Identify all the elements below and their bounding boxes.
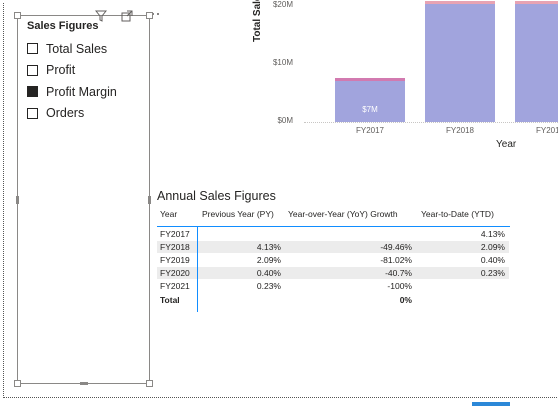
cell-ytd: 0.23% (480, 268, 505, 278)
table-row[interactable]: FY2020 0.40% -40.7% 0.23% (157, 267, 509, 279)
bar-segment[interactable] (335, 77, 405, 81)
y-tick-label: $20M (272, 0, 293, 9)
y-tick-label: $10M (272, 58, 293, 67)
cell-year: FY2019 (160, 255, 190, 265)
cell-py: 2.09% (256, 255, 281, 265)
checkbox[interactable] (27, 43, 38, 55)
bar-data-label: $7M (362, 105, 378, 114)
table-row[interactable]: FY2017 4.13% (157, 228, 509, 240)
resize-handle[interactable] (80, 382, 88, 385)
cell-year: FY2021 (160, 281, 190, 291)
focus-mode-icon[interactable] (119, 10, 135, 24)
slicer-item-label: Profit (46, 63, 76, 78)
checkbox-checked[interactable] (27, 86, 38, 98)
cell-ytd: 2.09% (480, 242, 505, 252)
column-header[interactable]: Year-to-Date (YTD) (421, 209, 494, 219)
y-tick-label: $0M (277, 116, 293, 125)
x-axis-label: Year (496, 139, 517, 150)
slicer-item-profit[interactable]: Profit (27, 60, 117, 82)
table-row[interactable]: FY2019 2.09% -81.02% 0.40% (157, 254, 509, 266)
checkbox[interactable] (27, 64, 38, 76)
column-header[interactable]: Year-over-Year (YoY) Growth (288, 209, 398, 219)
resize-handle[interactable] (16, 196, 19, 204)
cell-yoy: -100% (387, 281, 412, 291)
column-header[interactable]: Year (160, 209, 177, 219)
slicer-list: Total Sales Profit Profit Margin Orders (27, 38, 117, 124)
slicer-item-label: Orders (46, 106, 85, 121)
resize-handle[interactable] (146, 12, 153, 19)
cell-py: 0.40% (256, 268, 281, 278)
cell-total-label: Total (160, 295, 180, 305)
table-column-divider (197, 226, 198, 312)
slicer-item-label: Profit Margin (46, 84, 117, 99)
slicer-item-total-sales[interactable]: Total Sales (27, 38, 117, 60)
checkbox[interactable] (27, 107, 38, 119)
bar-fy2018[interactable] (425, 4, 495, 122)
bar-fy2019[interactable] (515, 4, 558, 122)
column-header[interactable]: Previous Year (PY) (202, 209, 274, 219)
bar-segment[interactable] (515, 1, 558, 4)
resize-handle[interactable] (14, 12, 21, 19)
active-page-tab[interactable] (472, 402, 510, 406)
cell-year: FY2020 (160, 268, 190, 278)
x-tick-label: FY2019 (535, 126, 558, 135)
cell-yoy: -40.7% (385, 268, 412, 278)
cell-total-yoy: 0% (399, 295, 412, 305)
bar-segment[interactable] (425, 1, 495, 4)
x-tick-label: FY2017 (355, 126, 385, 135)
resize-handle[interactable] (14, 380, 21, 387)
cell-py: 0.23% (256, 281, 281, 291)
cell-yoy: -49.46% (380, 242, 412, 252)
sales-figures-slicer[interactable]: Sales Figures Total Sales Profit Profit … (14, 10, 159, 387)
slicer-item-orders[interactable]: Orders (27, 103, 117, 125)
cell-year: FY2018 (160, 242, 190, 252)
resize-handle[interactable] (146, 380, 153, 387)
x-tick-label: FY2018 (445, 126, 475, 135)
slicer-item-label: Total Sales (46, 41, 108, 56)
cell-year: FY2017 (160, 229, 190, 239)
table-row[interactable]: FY2021 0.23% -100% (157, 280, 509, 292)
table-header: Year Previous Year (PY) Year-over-Year (… (157, 206, 510, 227)
cell-ytd: 4.13% (480, 229, 505, 239)
table-title: Annual Sales Figures (157, 189, 276, 203)
bar-fy2017[interactable] (335, 80, 405, 122)
table-total-row[interactable]: Total 0% (157, 294, 509, 306)
table-row[interactable]: FY2018 4.13% -49.46% 2.09% (157, 241, 509, 253)
cell-ytd: 0.40% (480, 255, 505, 265)
resize-handle[interactable] (148, 196, 151, 204)
slicer-title: Sales Figures (27, 20, 99, 32)
cell-yoy: -81.02% (380, 255, 412, 265)
chart-baseline (304, 122, 558, 123)
cell-py: 4.13% (256, 242, 281, 252)
slicer-item-profit-margin[interactable]: Profit Margin (27, 81, 117, 103)
